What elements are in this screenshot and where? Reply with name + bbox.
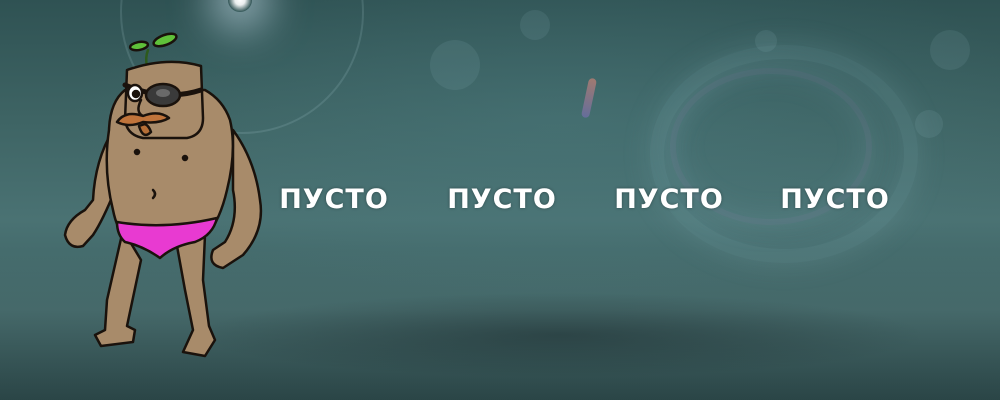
bokeh-light [755,30,777,52]
lens-flare-streak [580,77,598,119]
character-sprite [63,32,263,358]
bokeh-light [915,110,943,138]
bokeh-light [430,40,480,90]
game-scene: ПУСТО ПУСТО ПУСТО ПУСТО [0,0,1000,400]
bokeh-light [520,10,550,40]
inventory-slot-1[interactable]: ПУСТО [274,178,394,222]
inventory-slot-3[interactable]: ПУСТО [609,178,729,222]
bokeh-light [930,30,970,70]
inventory-slot-4[interactable]: ПУСТО [775,178,895,222]
inventory-slot-2[interactable]: ПУСТО [442,178,562,222]
